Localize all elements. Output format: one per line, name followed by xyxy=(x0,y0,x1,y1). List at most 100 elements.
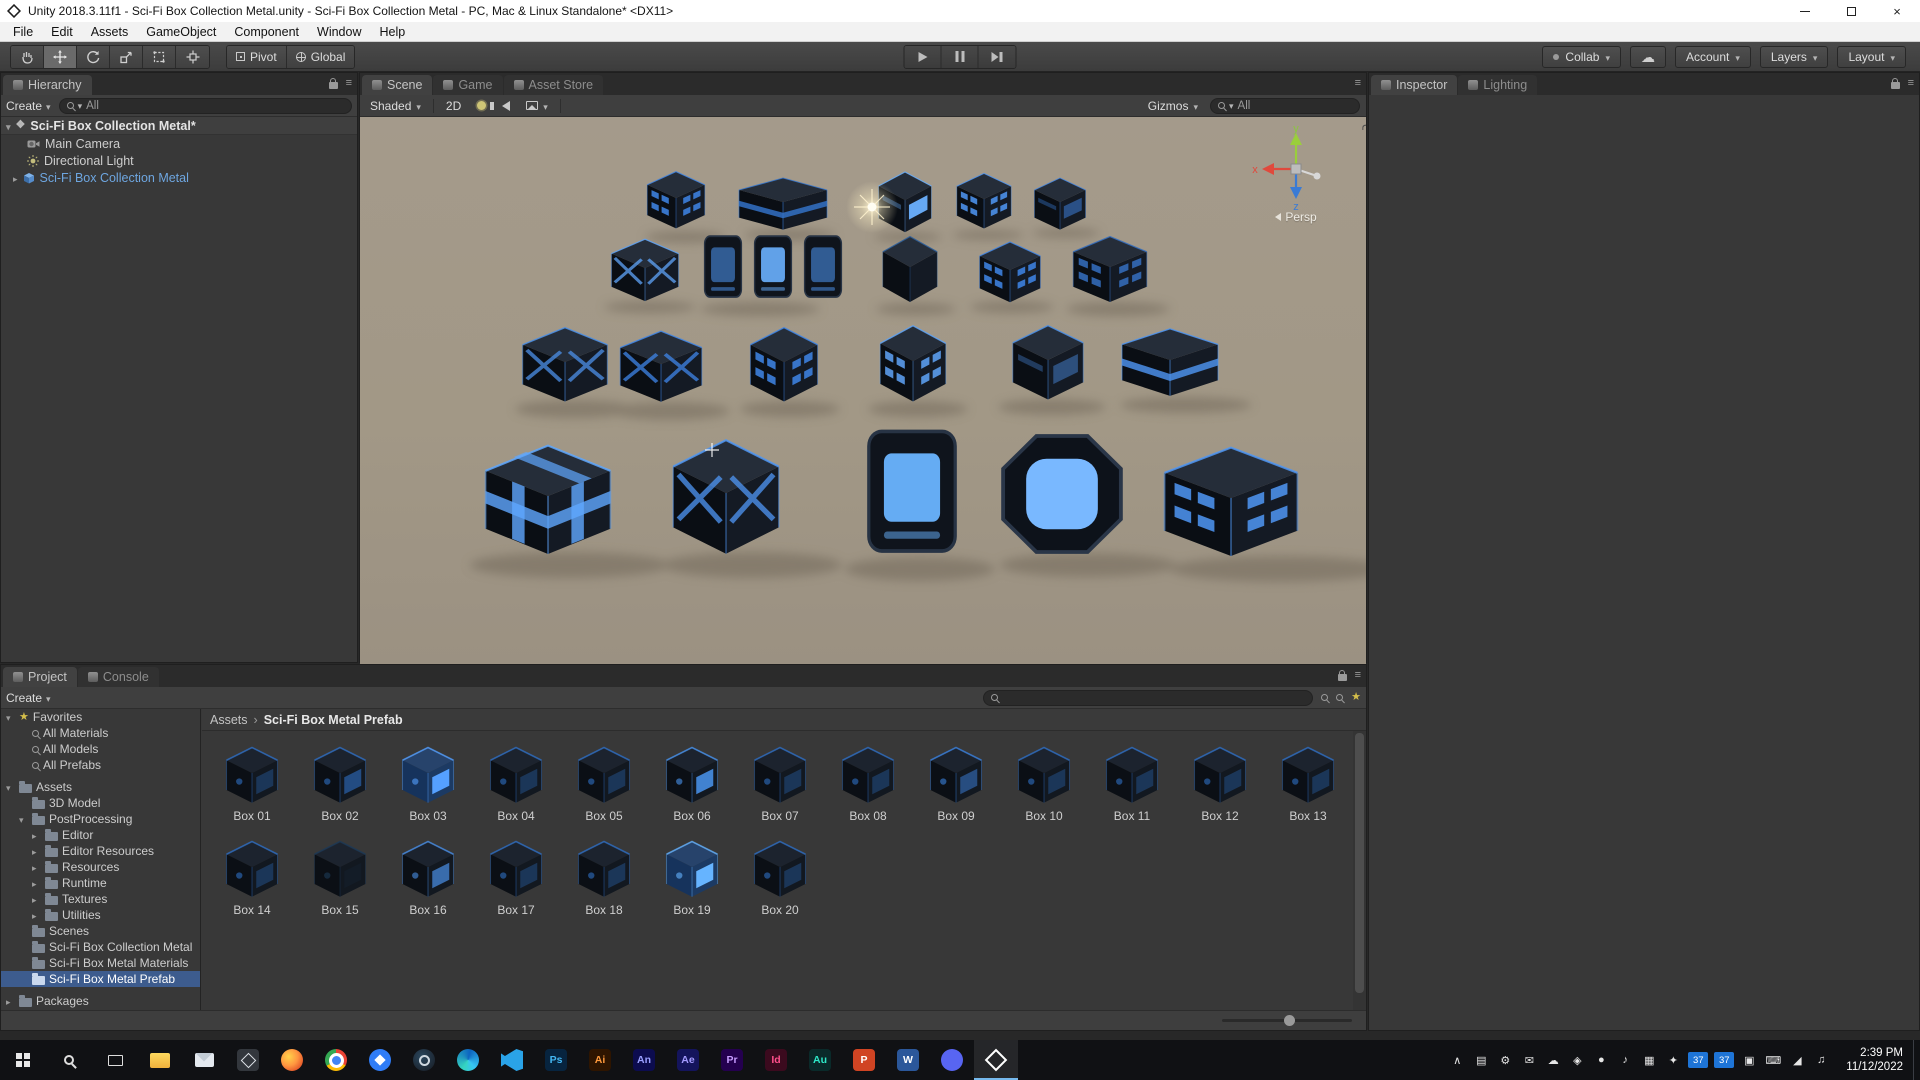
taskbar-app[interactable] xyxy=(402,1040,446,1080)
asset-item[interactable]: Box 15 xyxy=(296,833,384,917)
taskbar-search-button[interactable] xyxy=(46,1040,92,1080)
taskbar-app[interactable]: Ai xyxy=(578,1040,622,1080)
tray-icon[interactable]: ◈ xyxy=(1566,1040,1588,1080)
asset-item[interactable]: Box 08 xyxy=(824,739,912,823)
taskbar-app[interactable] xyxy=(314,1040,358,1080)
gizmos-dropdown[interactable]: Gizmos xyxy=(1144,97,1202,115)
taskbar-app[interactable] xyxy=(930,1040,974,1080)
search-by-label-icon[interactable] xyxy=(1336,694,1344,701)
collab-dropdown[interactable]: Collab xyxy=(1542,45,1621,68)
scene-lighting-toggle[interactable] xyxy=(473,97,490,115)
menu-item[interactable]: Assets xyxy=(82,22,138,41)
maximize-button[interactable] xyxy=(1828,0,1874,22)
tab-console[interactable]: Console xyxy=(77,667,159,687)
scene-viewport[interactable]: y x z Persp xyxy=(360,117,1366,664)
tree-item-scifi-materials[interactable]: Sci-Fi Box Metal Materials xyxy=(1,955,200,971)
asset-item[interactable]: Box 10 xyxy=(1000,739,1088,823)
tray-icon[interactable]: 37 xyxy=(1688,1052,1709,1068)
taskbar-app[interactable]: Pr xyxy=(710,1040,754,1080)
rect-tool-button[interactable] xyxy=(143,45,176,68)
scene-box[interactable] xyxy=(611,239,678,301)
tree-item-runtime[interactable]: Runtime xyxy=(1,875,200,891)
taskbar-app[interactable] xyxy=(182,1040,226,1080)
tray-icon[interactable]: ♪ xyxy=(1614,1040,1636,1080)
menu-item[interactable]: Edit xyxy=(42,22,82,41)
tray-icon[interactable]: ✉ xyxy=(1518,1040,1540,1080)
tray-icon[interactable]: ◢ xyxy=(1786,1040,1808,1080)
scene-box[interactable] xyxy=(880,326,946,402)
taskbar-app[interactable] xyxy=(358,1040,402,1080)
tree-item-all-models[interactable]: All Models xyxy=(1,741,200,757)
rotate-tool-button[interactable] xyxy=(77,45,110,68)
slider-knob[interactable] xyxy=(1284,1015,1296,1026)
tray-icon[interactable]: ▣ xyxy=(1738,1040,1760,1080)
tree-item-scenes[interactable]: Scenes xyxy=(1,923,200,939)
taskbar-app[interactable]: Ps xyxy=(534,1040,578,1080)
tray-icon[interactable]: ● xyxy=(1590,1040,1612,1080)
scene-box[interactable] xyxy=(1122,329,1218,396)
tree-item-postprocessing[interactable]: PostProcessing xyxy=(1,811,200,827)
asset-item[interactable]: Box 14 xyxy=(208,833,296,917)
account-dropdown[interactable]: Account xyxy=(1674,45,1751,68)
tab-game[interactable]: Game xyxy=(433,75,503,95)
taskbar-app[interactable]: P xyxy=(842,1040,886,1080)
lock-icon[interactable] xyxy=(328,77,338,89)
disclosure-closed-icon[interactable] xyxy=(32,876,41,890)
2d-toggle[interactable]: 2D xyxy=(442,97,465,115)
scene-box[interactable] xyxy=(673,440,779,554)
pivot-toggle[interactable]: Pivot xyxy=(227,45,287,68)
disclosure-closed-icon[interactable] xyxy=(6,994,15,1008)
tree-item-all-prefabs[interactable]: All Prefabs xyxy=(1,757,200,773)
asset-item[interactable]: Box 03 xyxy=(384,739,472,823)
asset-item[interactable]: Box 01 xyxy=(208,739,296,823)
scene-box[interactable] xyxy=(739,178,827,230)
lock-icon[interactable] xyxy=(1890,77,1900,89)
hierarchy-scene-row[interactable]: ❖ Sci-Fi Box Collection Metal* xyxy=(1,117,357,135)
tray-icon[interactable]: ∧ xyxy=(1446,1040,1468,1080)
taskbar-app[interactable] xyxy=(270,1040,314,1080)
hierarchy-item-directional-light[interactable]: Directional Light xyxy=(1,152,357,169)
tab-scene[interactable]: Scene xyxy=(362,75,433,95)
tray-icon[interactable]: ♫ xyxy=(1810,1040,1832,1080)
search-by-type-icon[interactable] xyxy=(1321,694,1329,701)
start-button[interactable] xyxy=(0,1040,46,1080)
scene-search-input[interactable]: All xyxy=(1210,97,1360,114)
hierarchy-search-input[interactable]: All xyxy=(58,97,352,114)
move-tool-button[interactable] xyxy=(44,45,77,68)
thumbnail-size-slider[interactable] xyxy=(1222,1015,1352,1026)
tree-item-packages[interactable]: Packages xyxy=(1,993,200,1009)
scene-box[interactable] xyxy=(703,235,743,298)
scene-box[interactable] xyxy=(866,429,958,553)
asset-item[interactable]: Box 05 xyxy=(560,739,648,823)
scene-box[interactable] xyxy=(1073,237,1147,302)
close-button[interactable]: × xyxy=(1874,0,1920,22)
menu-item[interactable]: Component xyxy=(225,22,308,41)
tab-asset-store[interactable]: Asset Store xyxy=(503,75,604,95)
tree-item-utilities[interactable]: Utilities xyxy=(1,907,200,923)
tree-item-favorites[interactable]: ★ Favorites xyxy=(1,709,200,725)
tab-inspector[interactable]: Inspector xyxy=(1371,75,1458,95)
cloud-services-button[interactable]: ☁ xyxy=(1629,45,1666,68)
scene-box[interactable] xyxy=(753,235,793,298)
asset-item[interactable]: Box 04 xyxy=(472,739,560,823)
tray-icon[interactable]: ▦ xyxy=(1638,1040,1660,1080)
tree-item-textures[interactable]: Textures xyxy=(1,891,200,907)
scene-box[interactable] xyxy=(980,242,1041,302)
tree-item-assets[interactable]: Assets xyxy=(1,779,200,795)
taskbar-app[interactable]: Id xyxy=(754,1040,798,1080)
transform-tool-button[interactable] xyxy=(176,45,209,68)
show-desktop-button[interactable] xyxy=(1913,1040,1920,1080)
grid-scrollbar[interactable] xyxy=(1353,731,1366,1010)
layout-dropdown[interactable]: Layout xyxy=(1837,45,1906,68)
scene-box[interactable] xyxy=(750,328,817,402)
menu-item[interactable]: Window xyxy=(308,22,370,41)
tray-icon[interactable]: 37 xyxy=(1714,1052,1735,1068)
taskbar-app[interactable]: An xyxy=(622,1040,666,1080)
asset-item[interactable]: Box 02 xyxy=(296,739,384,823)
tree-item-resources[interactable]: Resources xyxy=(1,859,200,875)
scrollbar-thumb[interactable] xyxy=(1355,733,1364,993)
minimize-button[interactable] xyxy=(1782,0,1828,22)
projection-toggle[interactable]: Persp xyxy=(1248,210,1344,224)
asset-item[interactable]: Box 16 xyxy=(384,833,472,917)
scene-box[interactable] xyxy=(523,328,608,402)
